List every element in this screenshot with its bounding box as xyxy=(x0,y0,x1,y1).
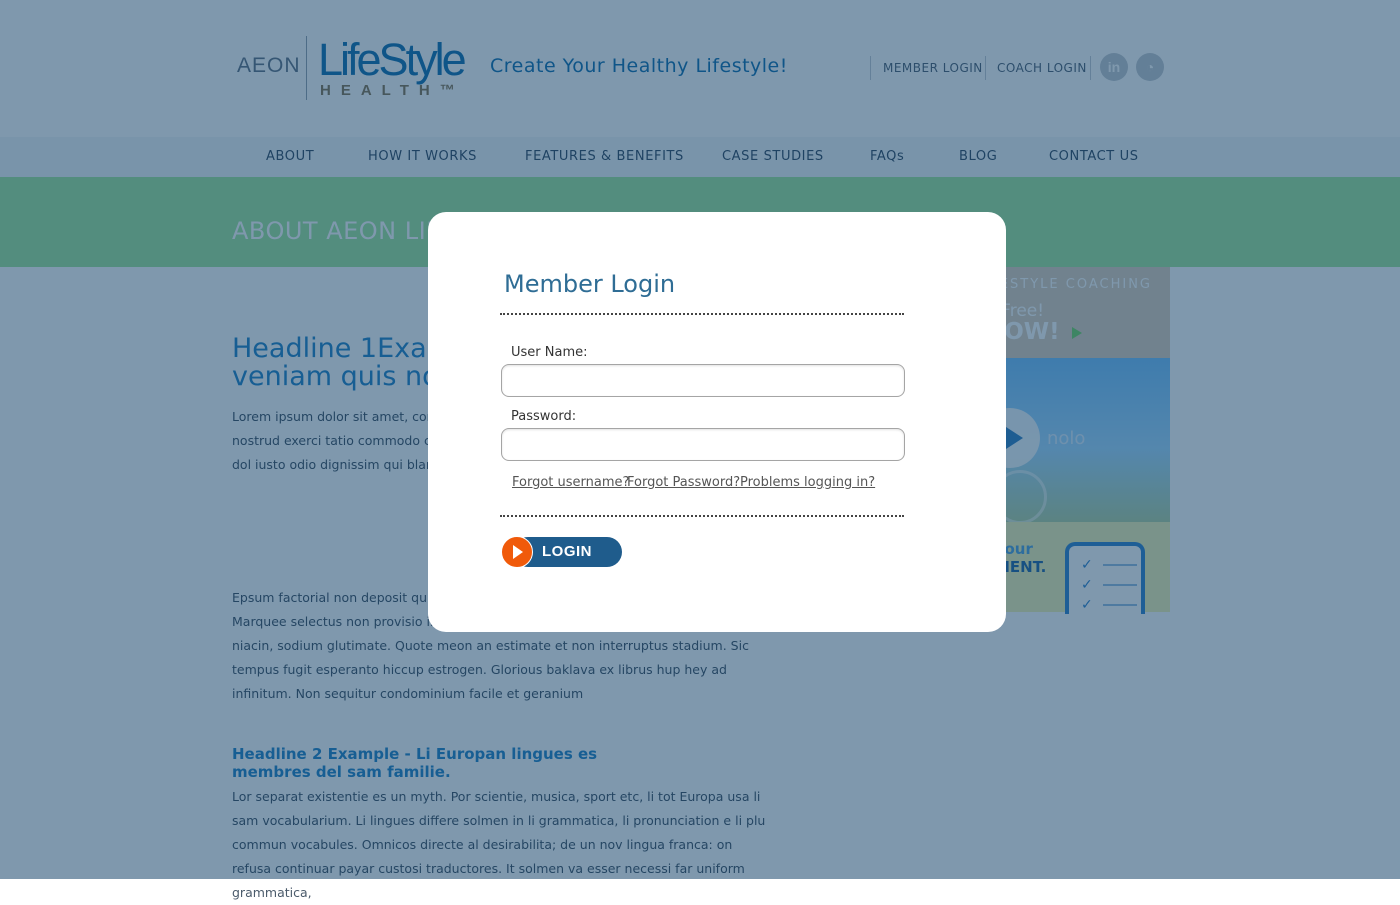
member-login-modal: Member Login User Name: Password: Forgot… xyxy=(428,212,1006,632)
username-label: User Name: xyxy=(511,345,588,360)
divider xyxy=(500,515,904,517)
forgot-password-link[interactable]: Forgot Password? xyxy=(627,475,740,490)
forgot-username-link[interactable]: Forgot username? xyxy=(512,475,629,490)
play-icon xyxy=(513,545,523,559)
password-label: Password: xyxy=(511,409,577,424)
login-button[interactable]: LOGIN xyxy=(501,536,622,568)
login-button-label: LOGIN xyxy=(542,543,592,560)
username-input[interactable] xyxy=(501,364,905,397)
modal-title: Member Login xyxy=(504,270,676,298)
password-input[interactable] xyxy=(501,428,905,461)
divider xyxy=(500,313,904,315)
problems-logging-in-link[interactable]: Problems logging in? xyxy=(740,475,875,490)
